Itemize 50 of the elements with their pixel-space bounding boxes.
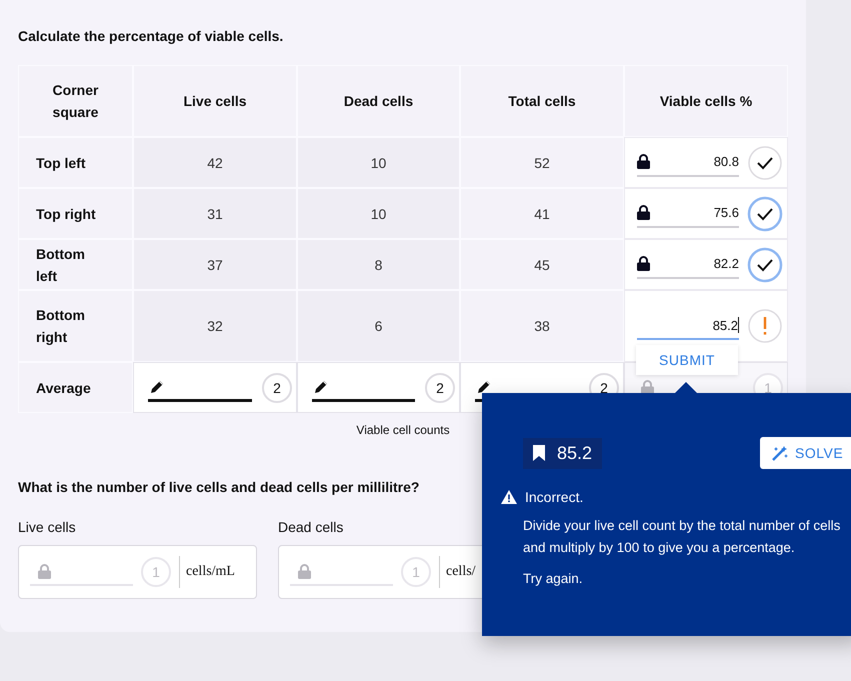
- table-cell: 45: [460, 239, 624, 290]
- lock-icon: [38, 564, 51, 578]
- table-cell: 38: [460, 290, 624, 362]
- retry-text: Try again.: [523, 570, 584, 588]
- lock-icon: [637, 256, 650, 271]
- column-header: Live cells: [133, 65, 297, 137]
- column-header: Viable cells %: [624, 65, 788, 137]
- attempts-counter: 1: [401, 557, 431, 587]
- field-label: Dead cells: [278, 519, 344, 535]
- table-cell: 10: [297, 188, 460, 239]
- magic-wand-icon: [772, 446, 789, 460]
- pencil-icon: [150, 378, 165, 394]
- pencil-icon: [314, 378, 329, 394]
- status-text: Incorrect.: [525, 489, 584, 505]
- lock-icon: [298, 564, 311, 578]
- bookmark-icon: [533, 445, 545, 461]
- column-header: Dead cells: [297, 65, 460, 137]
- lock-icon: [637, 205, 650, 220]
- lock-icon: [637, 154, 650, 169]
- table-cell: 37: [133, 239, 297, 290]
- attempts-counter: 2: [425, 372, 455, 402]
- table-cell: Bottom left: [18, 239, 133, 290]
- table-cell: 52: [460, 137, 624, 188]
- question-text: What is the number of live cells and dead cells per millilitre?: [18, 479, 420, 495]
- table-cell: Top right: [18, 188, 133, 239]
- table-cell: 31: [133, 188, 297, 239]
- field-label: Live cells: [18, 519, 77, 535]
- unit-label: cells/: [439, 556, 476, 588]
- table-cell: 42: [133, 137, 297, 188]
- table-cell: Bottom right: [18, 290, 133, 362]
- solve-button[interactable]: SOLVE: [760, 437, 851, 469]
- attempts-counter: 2: [262, 372, 292, 402]
- column-header: Corner square: [18, 65, 133, 137]
- column-header: Total cells: [460, 65, 624, 137]
- table-cell: 32: [133, 290, 297, 362]
- attempts-counter: 1: [141, 557, 171, 587]
- table-caption: Viable cell counts: [355, 423, 451, 437]
- table-cell: Top left: [18, 137, 133, 188]
- table-cell: 10: [297, 137, 460, 188]
- table-cell: 8: [297, 239, 460, 290]
- submit-button[interactable]: SUBMIT: [636, 345, 738, 375]
- answer-value: 85.2: [557, 442, 592, 464]
- table-cell: Average: [18, 362, 133, 413]
- unit-label: cells/mL: [179, 556, 235, 588]
- warning-icon: [501, 490, 517, 504]
- table-cell: 6: [297, 290, 460, 362]
- feedback-message: Divide your live cell count by the total number of cells and multiply by 100 to give you a percentage.: [523, 517, 842, 557]
- pencil-icon: [477, 378, 492, 394]
- table-cell: 41: [460, 188, 624, 239]
- question-text: Calculate the percentage of viable cells.: [18, 28, 284, 44]
